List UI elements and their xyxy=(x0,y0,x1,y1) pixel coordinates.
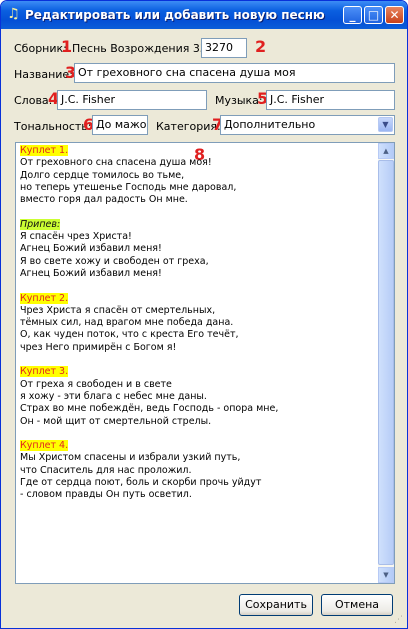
lyrics-line: Мы Христом спасены и избрали узкий путь, xyxy=(20,452,377,464)
lyrics-textarea[interactable]: 8 Куплет 1. От греховного сна спасена душ… xyxy=(15,142,395,584)
scroll-thumb[interactable] xyxy=(378,160,394,565)
music-note-icon: ♫ xyxy=(7,6,20,22)
verse-heading: Куплет 1. xyxy=(20,145,69,156)
lyrics-line-text: - словом правды Он путь осветил. xyxy=(20,489,192,501)
lyrics-heading-line: Куплет 2. xyxy=(20,292,377,305)
lyrics-blank-line xyxy=(20,280,377,292)
song-editor-window: ♫ Редактировать или добавить новую песню… xyxy=(0,0,408,629)
lyrics-line-text: что Спаситель для нас проложил. xyxy=(20,464,192,476)
lyrics-line-text: вместо горя дал радость Он мне. xyxy=(20,194,188,206)
close-button[interactable]: ✕ xyxy=(385,6,404,24)
lyrics-content[interactable]: Куплет 1. От греховного сна спасена душа … xyxy=(20,145,377,502)
save-button[interactable]: Сохранить xyxy=(239,594,313,616)
marker-2: 2 xyxy=(255,37,267,56)
lyrics-heading-line: Куплет 3. xyxy=(20,366,377,378)
lyrics-line-text: От греховного сна спасена душа моя! xyxy=(20,157,212,169)
lyrics-line-text: Я во свете хожу и свободен от греха, xyxy=(20,255,209,267)
window-title: Редактировать или добавить новую песню xyxy=(25,8,325,22)
lyrics-line-text: Страх во мне побеждён, ведь Господь - оп… xyxy=(20,403,279,415)
verse-heading: Куплет 2. xyxy=(20,292,69,304)
key-label: Тональность: xyxy=(14,120,92,133)
vertical-scrollbar[interactable]: ▲ ▼ xyxy=(378,143,394,583)
lyrics-line: От греха я свободен и в свете xyxy=(20,379,377,391)
lyrics-line-text: О, как чуден поток, что с креста Его теч… xyxy=(20,329,239,341)
lyrics-line: Он - мой щит от смертельной стрелы. xyxy=(20,416,377,428)
collection-label: Сборник: xyxy=(14,42,67,55)
lyrics-line-text: я хожу - эти блага с небес мне даны. xyxy=(20,390,207,402)
lyrics-heading-line: Куплет 1. xyxy=(20,145,377,157)
lyrics-line: Где от сердца поют, боль и скорби прочь … xyxy=(20,477,377,489)
scroll-up-button[interactable]: ▲ xyxy=(378,143,394,159)
key-input[interactable]: До мажор xyxy=(92,115,148,135)
lyrics-line: вместо горя дал радость Он мне. xyxy=(20,194,377,206)
lyrics-heading-line: Куплет 4. xyxy=(20,440,377,452)
lyrics-line: Агнец Божий избавил меня! xyxy=(20,243,377,255)
scroll-down-button[interactable]: ▼ xyxy=(378,567,394,583)
lyrics-line-text: Долго сердце томилось во тьме, xyxy=(20,169,185,181)
collection-value: Песнь Возрождения 3300 xyxy=(72,42,221,55)
words-label: Слова: xyxy=(14,94,53,107)
lyrics-line: Страх во мне побеждён, ведь Господь - оп… xyxy=(20,403,377,415)
lyrics-line: - словом правды Он путь осветил. xyxy=(20,489,377,501)
lyrics-line-text: Я спасён чрез Христа! xyxy=(20,231,132,243)
lyrics-line-text: Где от сердца поют, боль и скорби прочь … xyxy=(20,477,262,489)
cancel-button[interactable]: Отмена xyxy=(321,594,393,616)
lyrics-line-text: Агнец Божий избавил меня! xyxy=(20,267,162,279)
lyrics-line: О, как чуден поток, что с креста Его теч… xyxy=(20,329,377,341)
lyrics-line-text: Агнец Божий избавил меня! xyxy=(20,243,162,255)
title-bar[interactable]: ♫ Редактировать или добавить новую песню… xyxy=(1,1,407,29)
category-select[interactable]: Дополнительно ▼ xyxy=(220,115,395,135)
words-author-input[interactable]: J.C. Fisher xyxy=(57,90,207,110)
maximize-button[interactable]: □ xyxy=(364,6,383,24)
lyrics-line: но теперь утешенье Господь мне даровал, xyxy=(20,182,377,194)
marker-1: 1 xyxy=(61,37,73,56)
lyrics-line: От греховного сна спасена душа моя! xyxy=(20,157,377,169)
lyrics-line: Я спасён чрез Христа! xyxy=(20,231,377,243)
lyrics-line: я хожу - эти блага с небес мне даны. xyxy=(20,391,377,403)
music-author-input[interactable]: J.C. Fisher xyxy=(266,90,395,110)
lyrics-line-text: но теперь утешенье Господь мне даровал, xyxy=(20,181,237,193)
lyrics-line: Чрез Христа я спасён от смертельных, xyxy=(20,305,377,317)
lyrics-line-text: Мы Христом спасены и избрали узкий путь, xyxy=(20,452,241,464)
category-label: Категория: xyxy=(156,120,221,133)
lyrics-line: Я во свете хожу и свободен от греха, xyxy=(20,256,377,268)
verse-heading: Куплет 4. xyxy=(20,440,69,452)
lyrics-heading-line: Припев: xyxy=(20,218,377,231)
lyrics-line-text: тёмных сил, над врагом мне победа дана. xyxy=(20,317,234,329)
lyrics-line: Агнец Божий избавил меня! xyxy=(20,268,377,280)
chevron-down-icon[interactable]: ▼ xyxy=(378,117,393,132)
lyrics-line-text: чрез Него примирён с Богом я! xyxy=(20,341,177,353)
lyrics-line-text: Чрез Христа я спасён от смертельных, xyxy=(20,304,216,316)
category-selected-value: Дополнительно xyxy=(224,118,316,131)
lyrics-line-text: От греха я свободен и в свете xyxy=(20,378,172,390)
resize-grip-icon[interactable]: ⋰ xyxy=(394,615,405,626)
lyrics-line: что Спаситель для нас проложил. xyxy=(20,465,377,477)
lyrics-line-text: Он - мой щит от смертельной стрелы. xyxy=(20,415,212,427)
minimize-button[interactable]: _ xyxy=(343,6,362,24)
chorus-heading: Припев: xyxy=(20,218,61,230)
lyrics-line: тёмных сил, над врагом мне победа дана. xyxy=(20,317,377,329)
lyrics-blank-line xyxy=(20,354,377,366)
verse-heading: Куплет 3. xyxy=(20,366,69,378)
title-input[interactable]: От греховного сна спасена душа моя xyxy=(74,63,395,83)
music-label: Музыка: xyxy=(215,94,263,107)
lyrics-blank-line xyxy=(20,206,377,218)
song-number-input[interactable]: 3270 xyxy=(201,38,247,58)
lyrics-line: Долго сердце томилось во тьме, xyxy=(20,170,377,182)
lyrics-line: чрез Него примирён с Богом я! xyxy=(20,342,377,354)
lyrics-blank-line xyxy=(20,428,377,440)
